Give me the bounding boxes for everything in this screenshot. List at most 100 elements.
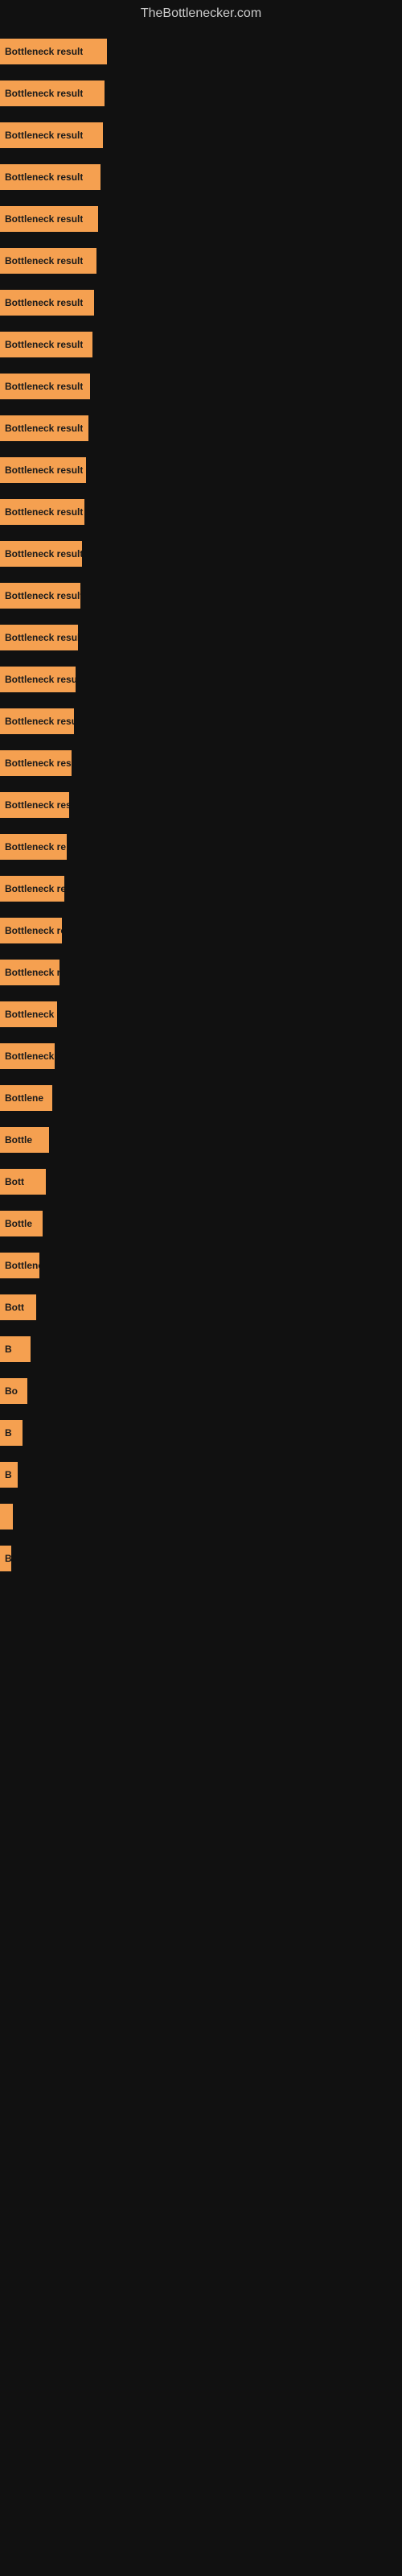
bar-label: Bottleneck result [5,213,83,225]
bottleneck-bar[interactable]: Bottleneck result [0,541,82,567]
bottleneck-bar[interactable]: Bottleneck result [0,708,74,734]
bottleneck-bar[interactable]: Bottleneck result [0,206,98,232]
bottleneck-bar[interactable]: Bottleneck result [0,332,92,357]
bar-label: Bottleneck resu [5,799,69,811]
bar-row: Bottleneck result [0,658,402,700]
bar-label: Bottleneck result [5,758,72,769]
bottleneck-bar[interactable]: Bo [0,1546,11,1571]
bottleneck-bar[interactable]: Bottleneck result [0,415,88,441]
bar-row: Bottleneck re [0,826,402,868]
bottleneck-bar[interactable]: Bottleneck resu [0,876,64,902]
bar-row: Bottleneck result [0,952,402,993]
bar-row: Bottleneck result [0,365,402,407]
bar-label: Bo [5,1553,11,1564]
bottleneck-bar[interactable]: Bottleneck result [0,122,103,148]
bar-label: B [5,1469,12,1480]
bar-label: Bottleneck result [5,674,76,685]
bar-row: Bottleneck result [0,617,402,658]
bar-row: B [0,1328,402,1370]
bar-row: Bottleneck result [0,533,402,575]
bar-row: Bottleneck result [0,114,402,156]
bottleneck-bar[interactable]: Bottleneck result [0,583,80,609]
bottleneck-bar[interactable]: Bottleneck result [0,248,96,274]
bottleneck-bar[interactable]: Bottleneck resu [0,1043,55,1069]
bar-label: Bottleneck result [5,46,83,57]
bottleneck-bar[interactable]: Bottleneck result [0,499,84,525]
bar-label: Bottleneck result [5,716,74,727]
bottleneck-bar[interactable]: Bottleneck result [0,374,90,399]
bottleneck-bar[interactable]: Bottleneck result [0,80,105,106]
bar-row: Bott [0,1161,402,1203]
bar-row: Bottleneck result [0,198,402,240]
bar-label: Bottleneck result [5,590,80,601]
bottleneck-bar[interactable]: Bottleneck result [0,667,76,692]
bottleneck-bar[interactable]: Bottlenec [0,1253,39,1278]
bar-label: Bottlene [5,1092,43,1104]
bottleneck-bar[interactable]: Bottleneck result [0,750,72,776]
bar-label: Bottleneck result [5,171,83,183]
bar-label: Bottle [5,1218,32,1229]
bar-row: Bottleneck result [0,742,402,784]
bottleneck-bar[interactable]: Bott [0,1294,36,1320]
bottleneck-bar[interactable]: Bottle [0,1211,43,1236]
bar-row: Bottlene [0,1077,402,1119]
bar-row: Bottleneck resu [0,868,402,910]
bar-row: Bottleneck result [0,156,402,198]
bar-row: Bottle [0,1203,402,1245]
bar-row: Bottleneck resu [0,1035,402,1077]
bottleneck-bar[interactable]: Bottleneck res [0,918,62,943]
bar-row: Bottleneck result [0,491,402,533]
bottleneck-bar[interactable] [0,1504,13,1530]
bar-label: Bottleneck resu [5,883,64,894]
bar-row: Bottleneck result [0,72,402,114]
bottleneck-bar[interactable]: B [0,1420,23,1446]
bar-label: Bott [5,1302,24,1313]
bottleneck-bar[interactable]: Bottle [0,1127,49,1153]
bar-label: Bottleneck res [5,925,62,936]
bar-label: Bottleneck resu [5,1051,55,1062]
bar-row: Bottleneck result [0,240,402,282]
bar-label: Bottleneck result [5,548,82,559]
bar-label: Bottleneck result [5,967,59,978]
bars-container: Bottleneck result Bottleneck result Bottle… [0,31,402,1612]
bottleneck-bar[interactable]: Bottleneck result [0,290,94,316]
bar-row: Bottleneck result [0,700,402,742]
bar-row: B [0,1454,402,1496]
bottleneck-bar[interactable]: Bottleneck result [0,457,86,483]
bar-row: Bottleneck result [0,407,402,449]
bar-row: Bott [0,1286,402,1328]
bar-label: Bottleneck result [5,255,83,266]
bar-label: Bottleneck result [5,297,83,308]
bar-row: Bottlenec [0,1245,402,1286]
bar-row: Bottleneck result [0,575,402,617]
bottleneck-bar[interactable]: Bottleneck result [0,164,100,190]
bar-row: Bo [0,1370,402,1412]
bar-row: Bottleneck resu [0,784,402,826]
bottleneck-bar[interactable]: Bott [0,1169,46,1195]
bottleneck-bar[interactable]: Bottlene [0,1085,52,1111]
bar-row: Bo [0,1538,402,1579]
bar-label: B [5,1427,12,1439]
bottleneck-bar[interactable]: Bottleneck re [0,834,67,860]
bottleneck-bar[interactable]: Bottleneck r [0,1001,57,1027]
site-title: TheBottlenecker.com [0,0,402,31]
bottleneck-bar[interactable]: B [0,1336,31,1362]
bar-label: Bottleneck r [5,1009,57,1020]
bottleneck-bar[interactable]: Bottleneck result [0,625,78,650]
bar-label: Bottleneck result [5,88,83,99]
bar-label: Bottleneck result [5,381,83,392]
bar-row: B [0,1412,402,1454]
bar-row: Bottleneck result [0,324,402,365]
bar-label: Bottleneck re [5,841,66,852]
bottleneck-bar[interactable]: Bottleneck result [0,960,59,985]
bottleneck-bar[interactable]: Bottleneck result [0,39,107,64]
bar-label: Bottle [5,1134,32,1146]
bottleneck-bar[interactable]: Bo [0,1378,27,1404]
bar-label: Bottleneck result [5,506,83,518]
bar-row: Bottleneck result [0,282,402,324]
bar-label: Bottleneck result [5,130,83,141]
bottleneck-bar[interactable]: Bottleneck resu [0,792,69,818]
bottleneck-bar[interactable]: B [0,1462,18,1488]
bar-label: Bott [5,1176,24,1187]
bar-row: Bottleneck result [0,449,402,491]
